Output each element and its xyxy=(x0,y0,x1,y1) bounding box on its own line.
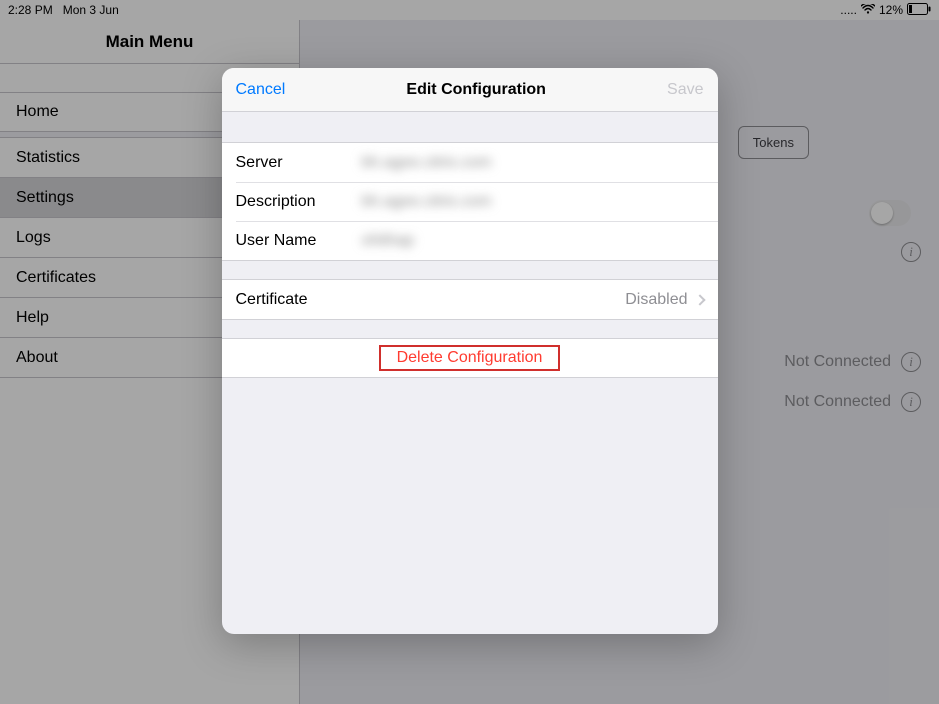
edit-configuration-modal: Cancel Edit Configuration Save Server bh… xyxy=(222,68,718,634)
description-label: Description xyxy=(236,193,362,211)
delete-group: Delete Configuration xyxy=(222,338,718,378)
fields-group: Server bh.agee.citrix.com Description bh… xyxy=(222,142,718,261)
certificate-label: Certificate xyxy=(236,291,362,309)
username-row[interactable]: User Name ohithap xyxy=(236,221,718,260)
description-row[interactable]: Description bh.agee.citrix.com xyxy=(236,182,718,221)
modal-header: Cancel Edit Configuration Save xyxy=(222,68,718,112)
certificate-row[interactable]: Certificate Disabled xyxy=(222,280,718,319)
save-button[interactable]: Save xyxy=(667,81,703,99)
certificate-status: Disabled xyxy=(625,291,687,309)
delete-configuration-button[interactable]: Delete Configuration xyxy=(222,339,718,377)
username-label: User Name xyxy=(236,232,362,250)
cancel-button[interactable]: Cancel xyxy=(236,81,286,99)
certificate-group: Certificate Disabled xyxy=(222,279,718,320)
server-value: bh.agee.citrix.com xyxy=(362,154,704,172)
modal-title: Edit Configuration xyxy=(406,81,546,99)
description-value: bh.agee.citrix.com xyxy=(362,193,704,211)
username-value: ohithap xyxy=(362,232,704,250)
delete-label: Delete Configuration xyxy=(379,345,561,371)
server-row[interactable]: Server bh.agee.citrix.com xyxy=(222,143,718,182)
server-label: Server xyxy=(236,154,362,172)
chevron-right-icon xyxy=(694,294,705,305)
